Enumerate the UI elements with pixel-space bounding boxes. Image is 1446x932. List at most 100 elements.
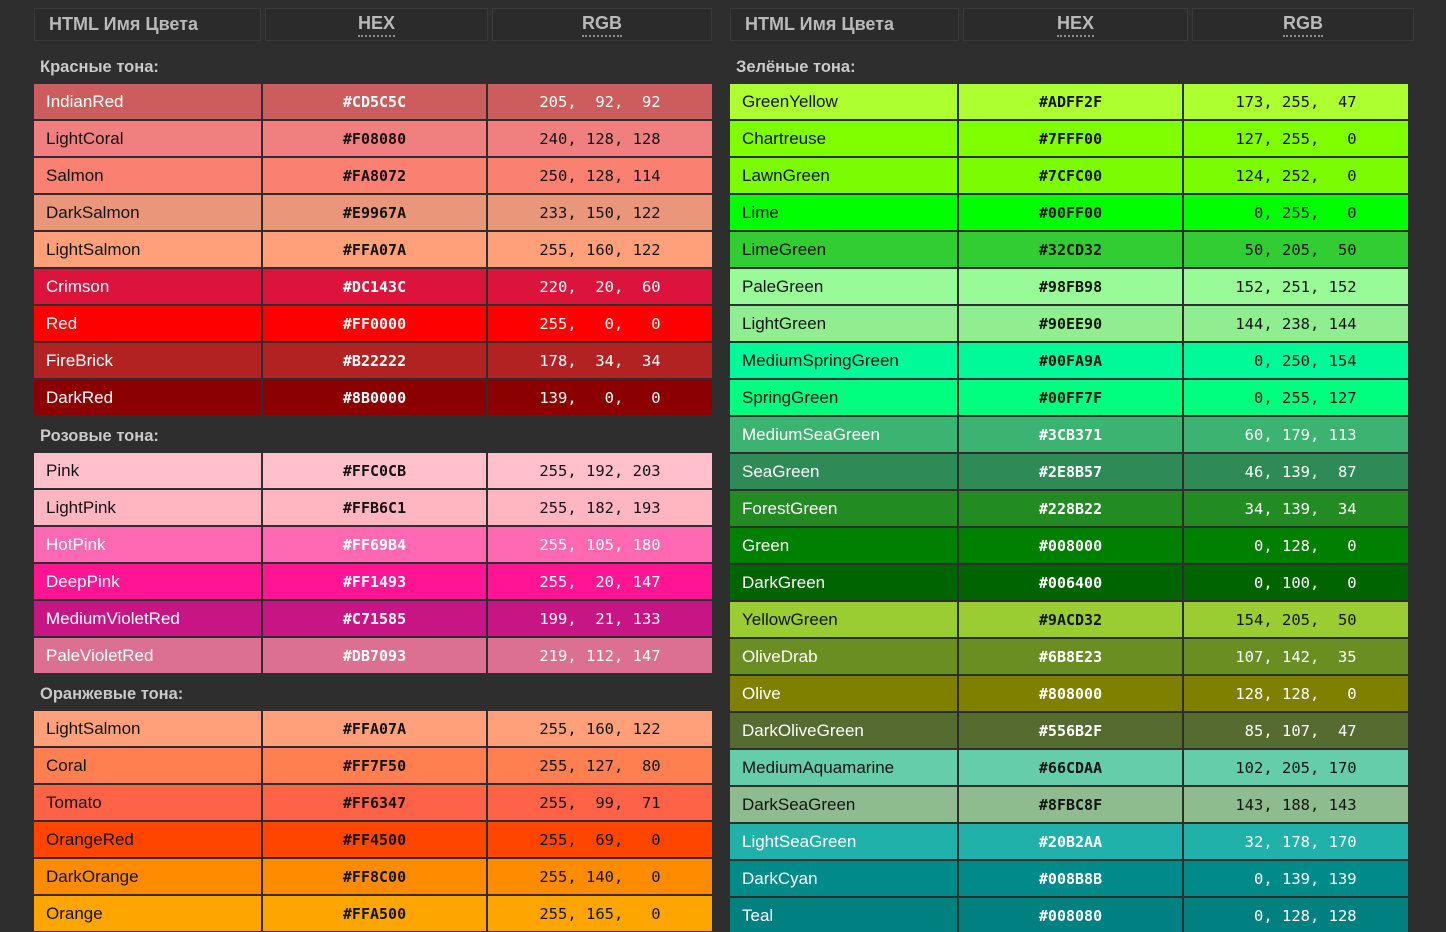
color-reference-page: HTML Имя Цвета HEX RGB Красные тона: Indi… — [0, 0, 1446, 932]
table-row[interactable]: YellowGreen #9ACD32 154, 205, 50 — [730, 602, 1408, 639]
table-row[interactable]: OliveDrab #6B8E23 107, 142, 35 — [730, 639, 1408, 676]
cell-color-name: DarkSalmon — [34, 195, 263, 232]
table-header-left: HTML Имя Цвета HEX RGB — [34, 8, 712, 41]
cell-rgb-value: 199, 21, 133 — [488, 601, 712, 638]
table-row[interactable]: IndianRed #CD5C5C 205, 92, 92 — [34, 84, 712, 121]
table-row[interactable]: LawnGreen #7CFC00 124, 252, 0 — [730, 158, 1408, 195]
column-header-rgb[interactable]: RGB — [1192, 8, 1414, 41]
cell-hex-value: #808000 — [959, 676, 1184, 713]
cell-color-name: FireBrick — [34, 343, 263, 380]
table-row[interactable]: DeepPink #FF1493 255, 20, 147 — [34, 564, 712, 601]
table-row[interactable]: Coral #FF7F50 255, 127, 80 — [34, 748, 712, 785]
table-row[interactable]: LightPink #FFB6C1 255, 182, 193 — [34, 490, 712, 527]
table-row[interactable]: ForestGreen #228B22 34, 139, 34 — [730, 491, 1408, 528]
table-row[interactable]: Salmon #FA8072 250, 128, 114 — [34, 158, 712, 195]
cell-color-name: ForestGreen — [730, 491, 959, 528]
cell-color-name: MediumSpringGreen — [730, 343, 959, 380]
table-row[interactable]: DarkSeaGreen #8FBC8F 143, 188, 143 — [730, 787, 1408, 824]
table-row[interactable]: MediumSpringGreen #00FA9A 0, 250, 154 — [730, 343, 1408, 380]
table-row[interactable]: SpringGreen #00FF7F 0, 255, 127 — [730, 380, 1408, 417]
table-row[interactable]: MediumSeaGreen #3CB371 60, 179, 113 — [730, 417, 1408, 454]
table-row[interactable]: LimeGreen #32CD32 50, 205, 50 — [730, 232, 1408, 269]
cell-color-name: Red — [34, 306, 263, 343]
cell-rgb-value: 60, 179, 113 — [1184, 417, 1408, 454]
cell-rgb-value: 124, 252, 0 — [1184, 158, 1408, 195]
table-row[interactable]: MediumVioletRed #C71585 199, 21, 133 — [34, 601, 712, 638]
table-row[interactable]: DarkRed #8B0000 139, 0, 0 — [34, 380, 712, 417]
cell-rgb-value: 220, 20, 60 — [488, 269, 712, 306]
cell-hex-value: #C71585 — [263, 601, 488, 638]
column-header-hex-label: HEX — [1056, 13, 1094, 37]
cell-rgb-value: 255, 160, 122 — [488, 232, 712, 269]
cell-rgb-value: 219, 112, 147 — [488, 638, 712, 675]
table-row[interactable]: Crimson #DC143C 220, 20, 60 — [34, 269, 712, 306]
table-row[interactable]: LightSalmon #FFA07A 255, 160, 122 — [34, 232, 712, 269]
table-row[interactable]: Red #FF0000 255, 0, 0 — [34, 306, 712, 343]
table-row[interactable]: Chartreuse #7FFF00 127, 255, 0 — [730, 121, 1408, 158]
table-row[interactable]: Tomato #FF6347 255, 99, 71 — [34, 785, 712, 822]
column-header-hex[interactable]: HEX — [265, 8, 488, 41]
column-header-hex-label: HEX — [358, 13, 396, 37]
table-row[interactable]: DarkGreen #006400 0, 100, 0 — [730, 565, 1408, 602]
cell-color-name: Salmon — [34, 158, 263, 195]
table-row[interactable]: DarkCyan #008B8B 0, 139, 139 — [730, 861, 1408, 898]
cell-color-name: OrangeRed — [34, 822, 263, 859]
column-header-rgb[interactable]: RGB — [492, 8, 712, 41]
right-sections: Зелёные тона: GreenYellow #ADFF2F 173, 255,… — [730, 50, 1434, 932]
table-row[interactable]: LightCoral #F08080 240, 128, 128 — [34, 121, 712, 158]
table-row[interactable]: Teal #008080 0, 128, 128 — [730, 898, 1408, 932]
cell-rgb-value: 240, 128, 128 — [488, 121, 712, 158]
cell-color-name: SeaGreen — [730, 454, 959, 491]
cell-rgb-value: 255, 140, 0 — [488, 859, 712, 896]
column-header-color-name: HTML Имя Цвета — [730, 8, 959, 41]
cell-rgb-value: 34, 139, 34 — [1184, 491, 1408, 528]
table-row[interactable]: Green #008000 0, 128, 0 — [730, 528, 1408, 565]
cell-color-name: IndianRed — [34, 84, 263, 121]
cell-rgb-value: 255, 192, 203 — [488, 453, 712, 490]
column-header-rgb-label: RGB — [581, 13, 622, 37]
table-row[interactable]: Pink #FFC0CB 255, 192, 203 — [34, 453, 712, 490]
cell-hex-value: #98FB98 — [959, 269, 1184, 306]
table-row[interactable]: MediumAquamarine #66CDAA 102, 205, 170 — [730, 750, 1408, 787]
table-row[interactable]: FireBrick #B22222 178, 34, 34 — [34, 343, 712, 380]
table-row[interactable]: LightSalmon #FFA07A 255, 160, 122 — [34, 711, 712, 748]
table-row[interactable]: SeaGreen #2E8B57 46, 139, 87 — [730, 454, 1408, 491]
cell-hex-value: #FF1493 — [263, 564, 488, 601]
cell-hex-value: #8B0000 — [263, 380, 488, 417]
cell-color-name: LightSalmon — [34, 711, 263, 748]
cell-color-name: OliveDrab — [730, 639, 959, 676]
column-header-hex[interactable]: HEX — [963, 8, 1188, 41]
table-row[interactable]: DarkOrange #FF8C00 255, 140, 0 — [34, 859, 712, 896]
table-row[interactable]: GreenYellow #ADFF2F 173, 255, 47 — [730, 84, 1408, 121]
cell-color-name: DarkOliveGreen — [730, 713, 959, 750]
table-row[interactable]: LightGreen #90EE90 144, 238, 144 — [730, 306, 1408, 343]
table-row[interactable]: DarkOliveGreen #556B2F 85, 107, 47 — [730, 713, 1408, 750]
table-row[interactable]: PaleGreen #98FB98 152, 251, 152 — [730, 269, 1408, 306]
table-row[interactable]: LightSeaGreen #20B2AA 32, 178, 170 — [730, 824, 1408, 861]
cell-rgb-value: 205, 92, 92 — [488, 84, 712, 121]
cell-rgb-value: 143, 188, 143 — [1184, 787, 1408, 824]
cell-rgb-value: 0, 100, 0 — [1184, 565, 1408, 602]
cell-rgb-value: 0, 128, 128 — [1184, 898, 1408, 932]
table-row[interactable]: PaleVioletRed #DB7093 219, 112, 147 — [34, 638, 712, 675]
cell-color-name: LightSalmon — [34, 232, 263, 269]
cell-hex-value: #FFA07A — [263, 232, 488, 269]
table-row[interactable]: HotPink #FF69B4 255, 105, 180 — [34, 527, 712, 564]
cell-rgb-value: 102, 205, 170 — [1184, 750, 1408, 787]
cell-hex-value: #FF8C00 — [263, 859, 488, 896]
table-row[interactable]: DarkSalmon #E9967A 233, 150, 122 — [34, 195, 712, 232]
table-row[interactable]: Orange #FFA500 255, 165, 0 — [34, 896, 712, 932]
table-row[interactable]: Lime #00FF00 0, 255, 0 — [730, 195, 1408, 232]
cell-rgb-value: 255, 105, 180 — [488, 527, 712, 564]
color-table: LightSalmon #FFA07A 255, 160, 122 Coral #FF7… — [34, 711, 712, 932]
cell-color-name: HotPink — [34, 527, 263, 564]
color-table: Pink #FFC0CB 255, 192, 203 LightPink #FFB6C1… — [34, 453, 712, 675]
cell-rgb-value: 139, 0, 0 — [488, 380, 712, 417]
table-row[interactable]: OrangeRed #FF4500 255, 69, 0 — [34, 822, 712, 859]
cell-rgb-value: 255, 20, 147 — [488, 564, 712, 601]
cell-hex-value: #9ACD32 — [959, 602, 1184, 639]
cell-color-name: YellowGreen — [730, 602, 959, 639]
table-row[interactable]: Olive #808000 128, 128, 0 — [730, 676, 1408, 713]
cell-hex-value: #FA8072 — [263, 158, 488, 195]
cell-color-name: GreenYellow — [730, 84, 959, 121]
